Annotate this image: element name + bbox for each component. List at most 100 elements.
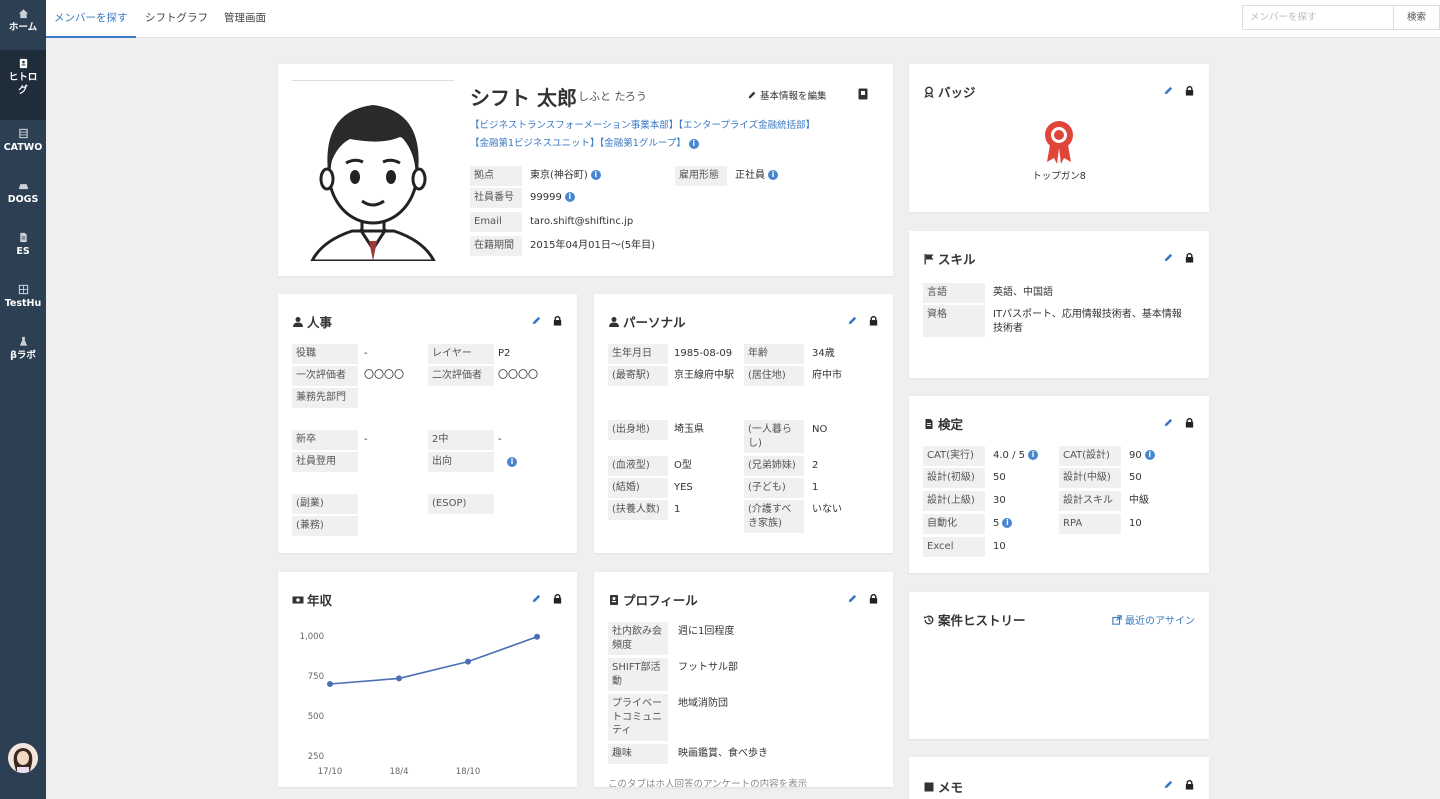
info-icon[interactable]: i [768,170,778,180]
external-link-icon [1112,614,1122,625]
info-icon[interactable]: i [564,192,575,202]
skill-title-text: スキル [938,252,976,267]
salary-data-point[interactable] [534,633,540,640]
x-tick-label: 18/10 [456,767,481,777]
mid-career-value: - [498,434,502,445]
pencil-icon[interactable] [531,593,542,604]
married-value: YES [674,482,693,493]
cat-exec-text: 4.0 / 5 [993,450,1025,461]
questionnaire-note: このタブはホ人回答のアンケートの内容を表示 [608,779,808,787]
residence-label: (居住地) [744,366,804,386]
org-line-2[interactable]: 【金融第1ビジネスユニット】【金融第1グループ】 i [470,135,699,149]
grid-icon [18,284,28,295]
age-label: 年齢 [744,344,804,364]
private-community-value: 地域消防団 [678,698,728,709]
base-value[interactable]: 東京(神谷町) i [530,166,601,186]
employment-type-value[interactable]: 正社員 i [735,166,778,186]
design-mid-value: 50 [1129,472,1142,483]
layer-value: P2 [498,348,511,359]
lock-icon[interactable] [868,315,879,326]
personal-table: 生年月日 1985-08-09 年齢 34歳 (最寄駅) 京王線府中駅 (居住地… [608,344,883,544]
pencil-icon[interactable] [847,593,858,604]
info-icon[interactable]: i [1144,450,1155,460]
design-adv-label: 設計(上級) [923,491,985,511]
salary-line-chart: 1,000 750 500 250 17/10 18/4 18/10 [300,632,540,777]
org-line-1[interactable]: 【ビジネストランスフォーメーション事業本部】【エンタープライズ金融統括部】 [470,117,815,131]
salary-series-line [329,636,538,685]
pencil-icon[interactable] [847,315,858,326]
married-label: (結婚) [608,478,668,498]
home-icon [18,9,28,19]
sidebar-item-es[interactable]: ES [0,232,46,268]
cat-exec-label: CAT(実行) [923,446,985,466]
profile-card: シフト 太郎 しふと たろう 基本情報を編集 【ビジネストランスフォーメーション… [278,64,893,276]
lock-icon[interactable] [1184,417,1195,428]
position-label: 役職 [292,344,358,364]
member-search-input[interactable]: メンバーを探す [1242,5,1394,30]
lock-icon[interactable] [1184,85,1195,96]
employee-number-value: 99999 i [530,188,575,208]
info-icon[interactable]: i [1028,450,1038,460]
user-avatar[interactable] [8,743,38,773]
flag-icon [924,253,934,264]
pencil-icon[interactable] [1163,252,1174,263]
pencil-icon[interactable] [1163,417,1174,428]
tenure-label: 在籍期間 [470,236,522,256]
residence-value: 府中市 [812,370,842,381]
personal-tools [847,315,879,326]
pencil-icon[interactable] [531,315,542,326]
hobby-value: 映画鑑賞、食べ歩き [678,748,768,759]
id-card-icon[interactable] [858,88,868,100]
lock-icon[interactable] [1184,252,1195,263]
new-grad-value: - [364,434,368,445]
esop-label: (ESOP) [428,494,494,514]
x-tick-label: 17/10 [318,767,343,777]
edit-basic-info-button[interactable]: 基本情報を編集 [747,88,827,102]
lock-icon[interactable] [552,593,563,604]
sidebar-item-lab[interactable]: βラボ [0,336,46,372]
sidebar-item-dogs[interactable]: DOGS [0,180,46,216]
pencil-icon[interactable] [1163,85,1174,96]
salary-data-point[interactable] [396,675,402,682]
lock-icon[interactable] [1184,779,1195,790]
ribbon-badge-icon[interactable] [1042,118,1076,166]
badge-card-title: バッジ [923,82,976,101]
concurrent-label: (兼務) [292,516,358,536]
salary-data-point[interactable] [327,681,333,687]
tab-member-search[interactable]: メンバーを探す [46,0,136,38]
sidebar-item-testhu[interactable]: TestHu [0,284,46,320]
profile-photo [292,80,454,263]
side-job-label: (副業) [292,494,358,514]
tab-admin[interactable]: 管理画面 [216,0,274,38]
recent-assign-link[interactable]: 最近のアサイン [1112,612,1195,627]
sidebar-item-hitolog[interactable]: ヒトログ [0,50,46,120]
tab-shift-graph[interactable]: シフトグラフ [137,0,216,38]
care-family-value: いない [812,504,842,515]
profile-name: シフト 太郎 [470,86,577,110]
sidebar-item-catwo[interactable]: CATWO [0,128,46,164]
badge-name: トップガン8 [1032,171,1086,182]
x-tick-label: 18/4 [389,767,408,777]
concurrent-dept-label: 兼務先部門 [292,388,358,408]
search-button[interactable]: 検索 [1394,5,1440,30]
info-icon[interactable]: i [1002,518,1013,528]
lock-icon[interactable] [868,593,879,604]
info-icon[interactable]: i [590,170,601,180]
cat-design-label: CAT(設計) [1059,446,1121,466]
pencil-icon[interactable] [1163,779,1174,790]
employment-type-text: 正社員 [735,170,765,181]
hobby-label: 趣味 [608,744,668,764]
profile-info-tools [847,593,879,604]
exam-tools [1163,417,1195,428]
employee-number-label: 社員番号 [470,188,522,208]
sidebar-item-home[interactable]: ホーム [0,8,46,44]
user-icon [293,316,303,327]
second-evaluator-value: 〇〇〇〇 [498,370,538,381]
info-icon[interactable]: i [507,457,517,467]
skill-card-title: スキル [923,249,976,268]
avatar-woman-icon [13,748,33,773]
salary-data-point[interactable] [465,658,471,665]
personal-card-title: パーソナル [608,312,686,331]
info-icon[interactable]: i [688,138,699,149]
lock-icon[interactable] [552,315,563,326]
